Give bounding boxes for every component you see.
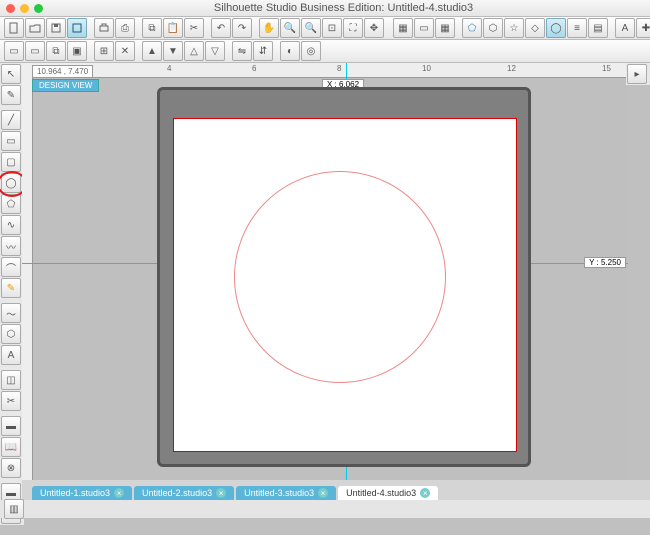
traffic-lights	[6, 4, 43, 13]
library-button[interactable]: 📖	[1, 437, 21, 457]
toolbar-1: ⎙ ⧉ 📋 ✂ ↶ ↷ ✋ 🔍 🔍 ⊡ ⛶ ✥ ▦ ▭ ▦ ⬠ ⬡ ☆ ◇ ◯ …	[0, 17, 650, 40]
hexagon-icon[interactable]: ⬡	[483, 18, 503, 38]
print-button[interactable]	[94, 18, 114, 38]
duplicate-button[interactable]: ⧉	[46, 41, 66, 61]
select-tool[interactable]: ↖	[1, 64, 21, 84]
panel-toggle-1[interactable]: ▸	[627, 64, 647, 84]
window-title: Silhouette Studio Business Edition: Unti…	[43, 2, 644, 14]
canvas-area[interactable]: 2 4 6 8 10 12 15 10.964 , 7.470 DESIGN V…	[22, 63, 628, 518]
weld-button[interactable]: ◐	[280, 41, 300, 61]
text-tool[interactable]: A	[1, 345, 21, 365]
cutting-mat	[157, 87, 531, 467]
maximize-icon[interactable]	[34, 4, 43, 13]
save-as-button[interactable]	[67, 18, 87, 38]
design-page[interactable]	[173, 118, 517, 452]
tab-doc-1[interactable]: Untitled-1.studio3×	[32, 486, 132, 500]
front-button[interactable]: ▲	[142, 41, 162, 61]
line-tool[interactable]: ╱	[1, 110, 21, 130]
preview-button[interactable]: ▬	[1, 416, 21, 436]
y-coord-label: Y : 5.250	[584, 257, 626, 268]
close-icon[interactable]	[6, 4, 15, 13]
delete-button[interactable]: ✕	[115, 41, 135, 61]
curve-tool[interactable]: ∿	[1, 215, 21, 235]
pentagon-icon[interactable]: ⬠	[462, 18, 482, 38]
freehand-tool[interactable]: 〰	[1, 236, 21, 256]
pan-button[interactable]: ✋	[259, 18, 279, 38]
send-button[interactable]: ⎙	[115, 18, 135, 38]
design-view-badge[interactable]: DESIGN VIEW	[32, 79, 99, 92]
minimize-icon[interactable]	[20, 4, 29, 13]
shape-tool[interactable]: ⬡	[1, 324, 21, 344]
drawn-circle-shape[interactable]	[234, 171, 446, 383]
close-icon[interactable]: ×	[318, 488, 328, 498]
select-all-button[interactable]: ▭	[4, 41, 24, 61]
footer-bar: ▥	[0, 500, 650, 518]
palette-button[interactable]: ▥	[4, 499, 24, 519]
align-button[interactable]: ✚	[636, 18, 650, 38]
coord-readout: 10.964 , 7.470	[32, 65, 93, 78]
ruler-horizontal: 2 4 6 8 10 12 15	[22, 63, 628, 78]
group-button[interactable]: ▣	[67, 41, 87, 61]
reg-button[interactable]: ▦	[435, 18, 455, 38]
zoom-select-button[interactable]: ⊡	[322, 18, 342, 38]
circle-tool-icon[interactable]: ◯	[546, 18, 566, 38]
grid-button[interactable]: ▦	[393, 18, 413, 38]
document-tabs: Untitled-1.studio3× Untitled-2.studio3× …	[22, 480, 650, 500]
arc-tool[interactable]: ⌒	[1, 257, 21, 277]
polygon-tool[interactable]: ⬠	[1, 194, 21, 214]
redo-button[interactable]: ↷	[232, 18, 252, 38]
rounded-rect-tool[interactable]: ▢	[1, 152, 21, 172]
store-button[interactable]: ⊗	[1, 458, 21, 478]
close-icon[interactable]: ×	[420, 488, 430, 498]
new-button[interactable]	[4, 18, 24, 38]
right-toolbar: ▸	[626, 63, 650, 85]
mirror-v-button[interactable]: ⇵	[253, 41, 273, 61]
ungroup-button[interactable]: ⊞	[94, 41, 114, 61]
rectangle-tool[interactable]: ▭	[1, 131, 21, 151]
shape-icon[interactable]: ◇	[525, 18, 545, 38]
back-button[interactable]: ▼	[163, 41, 183, 61]
pencil-tool[interactable]: ✎	[1, 278, 21, 298]
zoom-out-button[interactable]: 🔍	[301, 18, 321, 38]
eraser-tool[interactable]: ◫	[1, 370, 21, 390]
edit-points-tool[interactable]: ✎	[1, 85, 21, 105]
knife-tool[interactable]: ✂	[1, 391, 21, 411]
gradient-icon[interactable]: ▤	[588, 18, 608, 38]
ellipse-tool[interactable]: ◯	[1, 173, 21, 193]
toolbar-2: ▭ ▭ ⧉ ▣ ⊞ ✕ ▲ ▼ △ ▽ ⇋ ⇵ ◐ ◎	[0, 40, 650, 63]
open-button[interactable]	[25, 18, 45, 38]
fit-button[interactable]: ⛶	[343, 18, 363, 38]
zoom-in-button[interactable]: 🔍	[280, 18, 300, 38]
workspace: ↖ ✎ ╱ ▭ ▢ ◯ ⬠ ∿ 〰 ⌒ ✎ 〜 ⬡ A ◫ ✂ ▬ 📖 ⊗ ▬ …	[0, 63, 650, 518]
left-toolbar: ↖ ✎ ╱ ▭ ▢ ◯ ⬠ ∿ 〰 ⌒ ✎ 〜 ⬡ A ◫ ✂ ▬ 📖 ⊗ ▬ …	[0, 63, 24, 525]
cut-button[interactable]: ✂	[184, 18, 204, 38]
tab-doc-4[interactable]: Untitled-4.studio3×	[338, 486, 438, 500]
ruler-vertical	[22, 77, 33, 518]
smooth-tool[interactable]: 〜	[1, 303, 21, 323]
undo-button[interactable]: ↶	[211, 18, 231, 38]
titlebar: Silhouette Studio Business Edition: Unti…	[0, 0, 650, 17]
tab-doc-2[interactable]: Untitled-2.studio3×	[134, 486, 234, 500]
paste-button[interactable]: 📋	[163, 18, 183, 38]
backward-button[interactable]: ▽	[205, 41, 225, 61]
mirror-h-button[interactable]: ⇋	[232, 41, 252, 61]
copy-button[interactable]: ⧉	[142, 18, 162, 38]
close-icon[interactable]: ×	[114, 488, 124, 498]
offset-button[interactable]: ◎	[301, 41, 321, 61]
line-style-icon[interactable]: ≡	[567, 18, 587, 38]
close-icon[interactable]: ×	[216, 488, 226, 498]
tab-doc-3[interactable]: Untitled-3.studio3×	[236, 486, 336, 500]
text-button[interactable]: A	[615, 18, 635, 38]
move-button[interactable]: ✥	[364, 18, 384, 38]
forward-button[interactable]: △	[184, 41, 204, 61]
page-button[interactable]: ▭	[414, 18, 434, 38]
save-button[interactable]	[46, 18, 66, 38]
star-icon[interactable]: ☆	[504, 18, 524, 38]
deselect-button[interactable]: ▭	[25, 41, 45, 61]
